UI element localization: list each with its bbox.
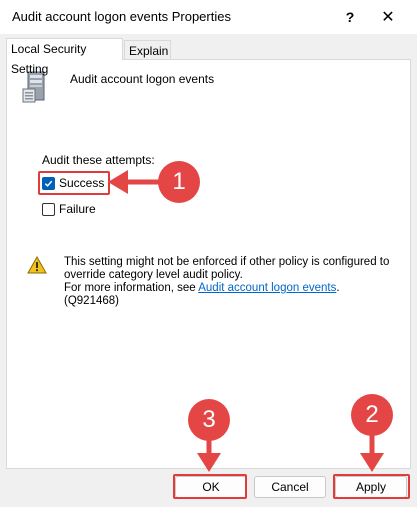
cancel-button[interactable]: Cancel [254, 476, 326, 498]
more-info-link[interactable]: Audit account logon events [198, 282, 336, 294]
properties-dialog: Audit account logon events Properties ? … [0, 0, 417, 507]
checkmark-icon [44, 180, 53, 187]
failure-checkbox-row[interactable]: Failure [42, 200, 96, 218]
apply-button[interactable]: Apply [335, 476, 407, 498]
step-marker-1: 1 [158, 161, 200, 203]
warning-line-2-prefix: For more information, see [64, 282, 199, 294]
audit-attempts-label: Audit these attempts: [42, 153, 155, 167]
window-title: Audit account logon events Properties [12, 9, 231, 24]
failure-label: Failure [59, 202, 96, 216]
success-label: Success [59, 176, 105, 190]
policy-name: Audit account logon events [70, 72, 215, 86]
warning-message: This setting might not be enforced if ot… [64, 256, 394, 308]
warning-line-1: This setting might not be enforced if ot… [64, 256, 390, 281]
warning-icon [27, 256, 47, 274]
success-checkbox-row[interactable]: Success [42, 174, 104, 192]
tab-explain[interactable]: Explain [124, 40, 171, 60]
help-button[interactable]: ? [332, 0, 368, 34]
ok-button[interactable]: OK [175, 476, 247, 498]
failure-checkbox[interactable] [42, 202, 55, 216]
tab-local-security-setting[interactable]: Local Security Setting [6, 38, 123, 76]
title-bar: Audit account logon events Properties ? … [0, 0, 417, 34]
step-marker-2: 2 [351, 394, 393, 436]
step-marker-3: 3 [188, 399, 230, 441]
close-button[interactable]: ✕ [370, 0, 406, 34]
success-checkbox[interactable] [42, 176, 55, 190]
